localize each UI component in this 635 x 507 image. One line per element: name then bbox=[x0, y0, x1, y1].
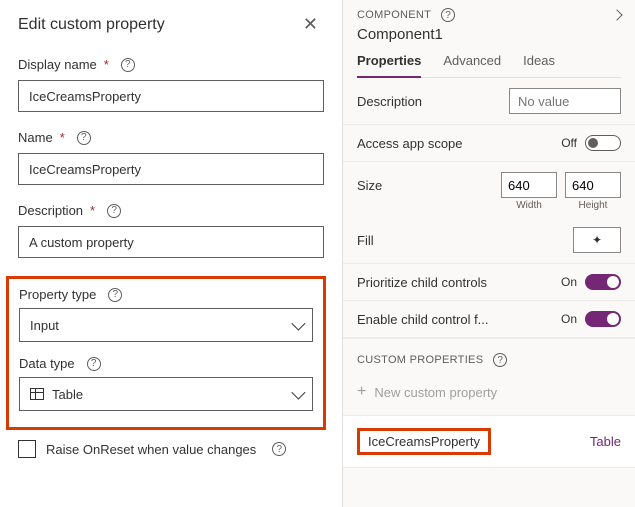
prop-fill-label: Fill bbox=[357, 233, 374, 248]
edit-property-pane: Edit custom property ✕ Display name* ? N… bbox=[0, 0, 343, 507]
raise-onreset-checkbox[interactable] bbox=[18, 440, 36, 458]
toggle-on-label: On bbox=[561, 312, 577, 326]
chevron-down-icon bbox=[291, 317, 305, 331]
prop-size-label: Size bbox=[357, 178, 382, 193]
help-icon[interactable]: ? bbox=[107, 204, 121, 218]
raise-onreset-label: Raise OnReset when value changes bbox=[46, 442, 256, 457]
help-icon[interactable]: ? bbox=[77, 131, 91, 145]
tab-ideas[interactable]: Ideas bbox=[523, 53, 555, 77]
help-icon[interactable]: ? bbox=[87, 357, 101, 371]
data-type-select[interactable]: Table bbox=[19, 377, 313, 411]
help-icon[interactable]: ? bbox=[108, 288, 122, 302]
paint-bucket-icon: ✦ bbox=[592, 233, 602, 247]
prop-access-scope-label: Access app scope bbox=[357, 136, 463, 151]
access-scope-toggle[interactable] bbox=[585, 135, 621, 151]
name-label: Name* ? bbox=[18, 130, 324, 145]
height-label: Height bbox=[565, 200, 621, 211]
display-name-label: Display name* ? bbox=[18, 57, 324, 72]
fill-color-picker[interactable]: ✦ bbox=[573, 227, 621, 253]
size-width-input[interactable] bbox=[501, 172, 557, 198]
plus-icon: + bbox=[357, 383, 366, 401]
prop-prioritize-label: Prioritize child controls bbox=[357, 275, 487, 290]
custom-property-type: Table bbox=[590, 434, 621, 449]
prop-enable-child-label: Enable child control f... bbox=[357, 312, 489, 327]
help-icon[interactable]: ? bbox=[272, 442, 286, 456]
highlight-box: Property type ? Input Data type ? Table bbox=[6, 276, 326, 430]
tab-advanced[interactable]: Advanced bbox=[443, 53, 501, 77]
chevron-right-icon[interactable] bbox=[611, 9, 622, 20]
description-input[interactable] bbox=[18, 226, 324, 258]
custom-property-name: IceCreamsProperty bbox=[357, 428, 491, 455]
description-label: Description* ? bbox=[18, 203, 324, 218]
data-type-label: Data type ? bbox=[19, 356, 313, 371]
custom-property-row[interactable]: IceCreamsProperty Table bbox=[343, 415, 635, 468]
display-name-input[interactable] bbox=[18, 80, 324, 112]
component-pane: COMPONENT ? Component1 Properties Advanc… bbox=[343, 0, 635, 507]
close-icon[interactable]: ✕ bbox=[297, 12, 324, 37]
new-custom-property-button[interactable]: + New custom property bbox=[343, 375, 635, 415]
table-icon bbox=[30, 388, 44, 400]
help-icon[interactable]: ? bbox=[441, 8, 455, 22]
property-type-select[interactable]: Input bbox=[19, 308, 313, 342]
property-type-label: Property type ? bbox=[19, 287, 313, 302]
prioritize-toggle[interactable] bbox=[585, 274, 621, 290]
size-height-input[interactable] bbox=[565, 172, 621, 198]
pane-title: Edit custom property bbox=[18, 16, 165, 34]
width-label: Width bbox=[501, 200, 557, 211]
custom-properties-header: CUSTOM PROPERTIES bbox=[357, 354, 483, 366]
component-name: Component1 bbox=[357, 26, 621, 43]
component-section-label: COMPONENT bbox=[357, 9, 431, 21]
help-icon[interactable]: ? bbox=[121, 58, 135, 72]
tabs: Properties Advanced Ideas bbox=[357, 53, 621, 78]
tab-properties[interactable]: Properties bbox=[357, 53, 421, 78]
prop-description-input[interactable] bbox=[509, 88, 621, 114]
toggle-on-label: On bbox=[561, 275, 577, 289]
toggle-off-label: Off bbox=[561, 136, 577, 150]
chevron-down-icon bbox=[291, 386, 305, 400]
prop-description-label: Description bbox=[357, 94, 422, 109]
enable-child-toggle[interactable] bbox=[585, 311, 621, 327]
name-input[interactable] bbox=[18, 153, 324, 185]
help-icon[interactable]: ? bbox=[493, 353, 507, 367]
